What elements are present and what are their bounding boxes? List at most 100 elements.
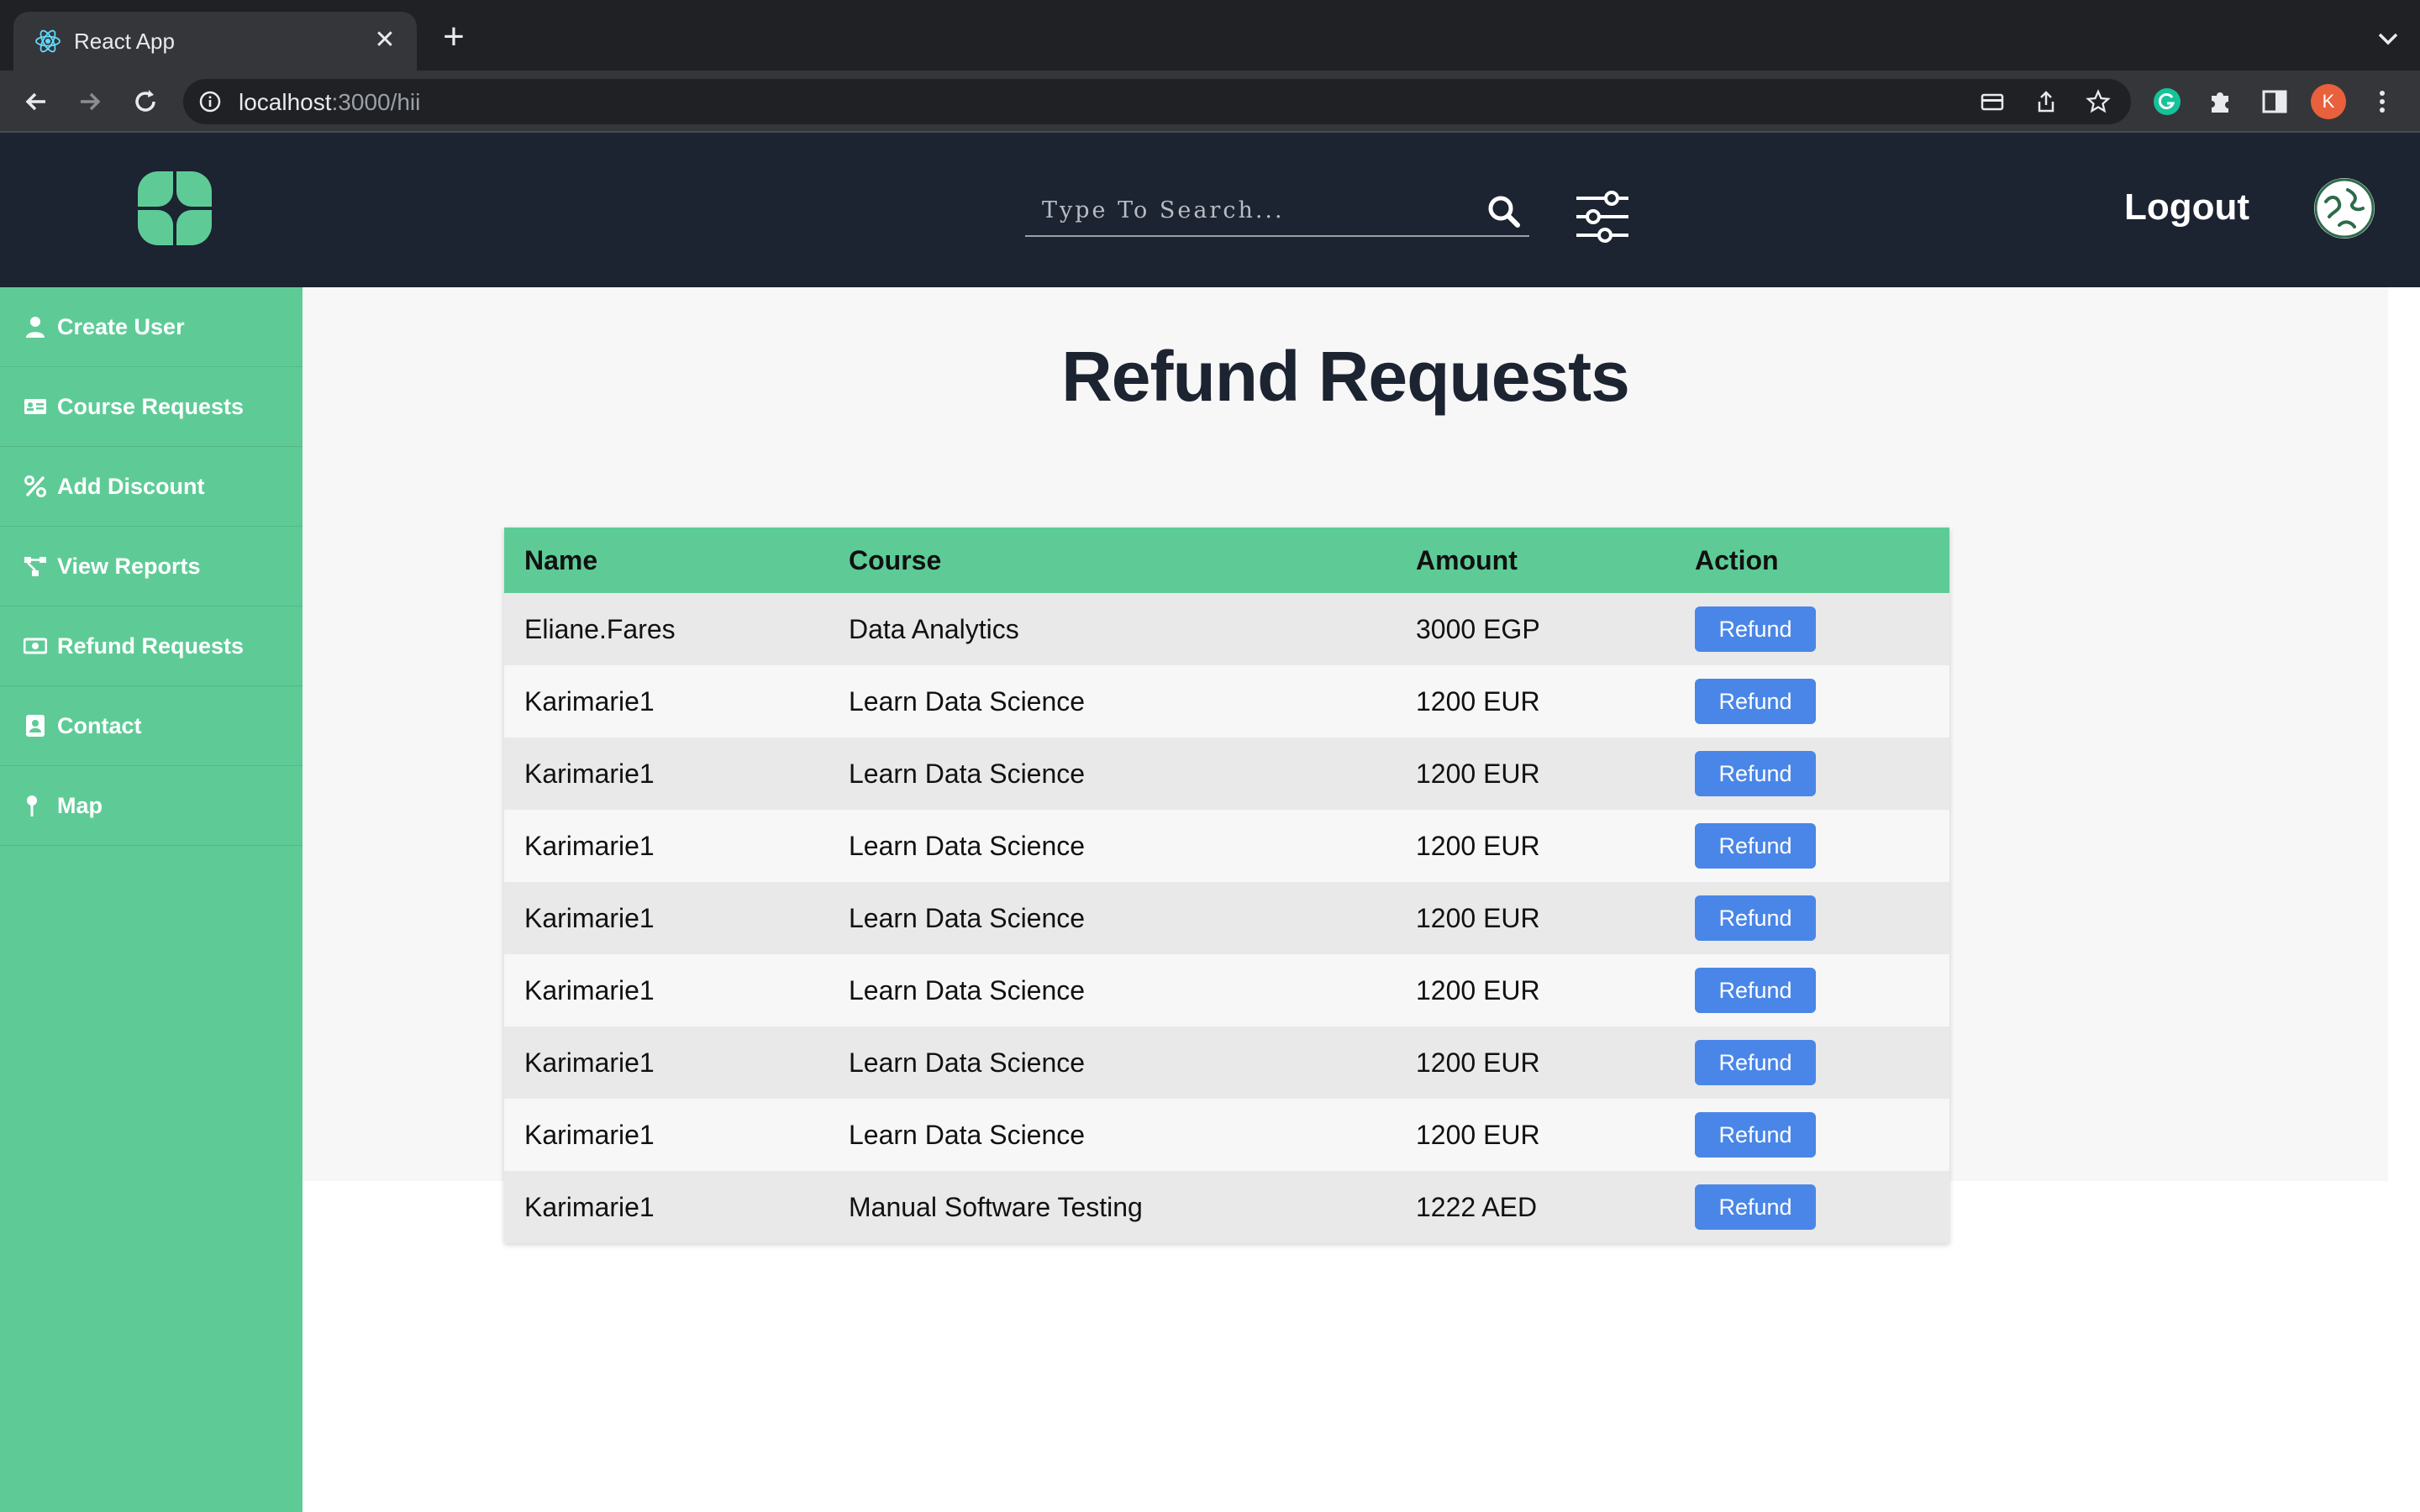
sidebar: Create User Course Requests Add Discount… <box>0 287 302 1512</box>
cell-course: Learn Data Science <box>849 974 1086 1005</box>
extensions-icon[interactable] <box>2207 87 2235 116</box>
refund-button[interactable]: Refund <box>1695 823 1816 869</box>
chevron-down-icon[interactable] <box>2373 24 2403 54</box>
sidebar-item-view-reports[interactable]: View Reports <box>0 527 302 606</box>
cell-course: Learn Data Science <box>849 685 1086 717</box>
table-row: Karimarie1 Learn Data Science 1200 EUR R… <box>504 810 1949 882</box>
page-title: Refund Requests <box>1061 337 1630 416</box>
forward-arrow-icon[interactable] <box>72 84 108 119</box>
column-header-action: Action <box>1695 544 1779 575</box>
sidebar-item-label: Refund Requests <box>57 633 245 659</box>
info-icon[interactable] <box>198 90 222 113</box>
cell-action: Refund <box>1675 954 1949 1026</box>
cell-action: Refund <box>1675 882 1949 954</box>
table-header-row: Name Course Amount Action <box>504 528 1949 593</box>
app-header: Logout <box>0 133 2420 287</box>
search-icon[interactable] <box>1486 193 1523 230</box>
cell-name: Karimarie1 <box>524 830 655 861</box>
cell-action: Refund <box>1675 1026 1949 1099</box>
url-text[interactable]: localhost:3000/hii <box>239 89 420 116</box>
cell-amount: 1200 EUR <box>1416 974 1540 1005</box>
cell-action: Refund <box>1675 1171 1949 1243</box>
react-icon <box>35 29 60 53</box>
column-header-course: Course <box>849 544 942 575</box>
address-book-icon <box>26 715 45 737</box>
cell-amount: 3000 EGP <box>1416 613 1540 644</box>
id-card-icon <box>24 399 46 414</box>
refund-button[interactable]: Refund <box>1695 895 1816 941</box>
tab-title: React App <box>74 29 175 54</box>
refund-button[interactable]: Refund <box>1695 1112 1816 1158</box>
sidebar-item-create-user[interactable]: Create User <box>0 287 302 367</box>
sidebar-item-contact[interactable]: Contact <box>0 686 302 766</box>
profile-avatar[interactable]: K <box>2311 84 2346 119</box>
sidebar-item-label: Course Requests <box>57 393 245 419</box>
logout-button[interactable]: Logout <box>2124 186 2249 228</box>
avatar[interactable] <box>2314 178 2375 239</box>
column-header-name: Name <box>524 544 598 575</box>
table-row: Karimarie1 Learn Data Science 1200 EUR R… <box>504 1026 1949 1099</box>
cell-amount: 1200 EUR <box>1416 758 1540 789</box>
back-arrow-icon[interactable] <box>18 84 54 119</box>
table-row: Karimarie1 Learn Data Science 1200 EUR R… <box>504 738 1949 810</box>
cell-action: Refund <box>1675 593 1949 665</box>
cell-course: Learn Data Science <box>849 830 1086 861</box>
sidebar-item-label: View Reports <box>57 553 201 579</box>
cell-action: Refund <box>1675 1099 1949 1171</box>
map-pin-icon <box>27 795 37 816</box>
cell-course: Learn Data Science <box>849 1047 1086 1078</box>
star-icon[interactable] <box>2086 89 2111 114</box>
reload-icon[interactable] <box>128 84 163 119</box>
new-tab-icon[interactable]: + <box>437 18 471 55</box>
cell-name: Karimarie1 <box>524 1119 655 1150</box>
grammarly-icon[interactable] <box>2153 87 2181 116</box>
table-row: Eliane.Fares Data Analytics 3000 EGP Ref… <box>504 593 1949 665</box>
refund-button[interactable]: Refund <box>1695 751 1816 796</box>
refund-table: Name Course Amount Action Eliane.Fares D… <box>504 528 1949 1243</box>
refund-button[interactable]: Refund <box>1695 606 1816 652</box>
cell-name: Karimarie1 <box>524 1191 655 1222</box>
filter-sliders-icon[interactable] <box>1573 190 1632 244</box>
kebab-menu-icon[interactable] <box>2368 87 2396 116</box>
sidebar-item-label: Contact <box>57 712 142 738</box>
cell-amount: 1200 EUR <box>1416 685 1540 717</box>
cell-action: Refund <box>1675 665 1949 738</box>
tab-close-icon[interactable]: ✕ <box>368 24 402 57</box>
globe-icon <box>2314 178 2375 239</box>
table-row: Karimarie1 Learn Data Science 1200 EUR R… <box>504 954 1949 1026</box>
cell-name: Karimarie1 <box>524 902 655 933</box>
table-row: Karimarie1 Learn Data Science 1200 EUR R… <box>504 882 1949 954</box>
cell-amount: 1200 EUR <box>1416 1047 1540 1078</box>
browser-tab[interactable]: React App ✕ <box>13 12 417 71</box>
clover-logo-icon[interactable] <box>134 168 215 249</box>
cell-amount: 1200 EUR <box>1416 1119 1540 1150</box>
table-row: Karimarie1 Learn Data Science 1200 EUR R… <box>504 665 1949 738</box>
sidebar-item-refund-requests[interactable]: Refund Requests <box>0 606 302 686</box>
browser-tabstrip: React App ✕ + <box>0 0 2420 71</box>
refund-button[interactable]: Refund <box>1695 1040 1816 1085</box>
cell-amount: 1222 AED <box>1416 1191 1538 1222</box>
refund-button[interactable]: Refund <box>1695 968 1816 1013</box>
cell-action: Refund <box>1675 810 1949 882</box>
cell-course: Learn Data Science <box>849 1119 1086 1150</box>
sidebar-item-map[interactable]: Map <box>0 766 302 846</box>
cell-amount: 1200 EUR <box>1416 830 1540 861</box>
url-host: localhost <box>239 89 332 115</box>
table-row: Karimarie1 Manual Software Testing 1222 … <box>504 1171 1949 1243</box>
sidebar-item-course-requests[interactable]: Course Requests <box>0 367 302 447</box>
cell-course: Data Analytics <box>849 613 1019 644</box>
money-bill-icon <box>24 638 47 654</box>
refund-button[interactable]: Refund <box>1695 1184 1816 1230</box>
cell-action: Refund <box>1675 738 1949 810</box>
card-icon[interactable] <box>1980 89 2005 114</box>
address-bar[interactable]: localhost:3000/hii <box>183 79 2131 124</box>
share-icon[interactable] <box>2033 89 2059 114</box>
browser-toolbar: localhost:3000/hii K <box>0 71 2420 133</box>
side-panel-icon[interactable] <box>2260 87 2289 116</box>
refund-button[interactable]: Refund <box>1695 679 1816 724</box>
sidebar-item-add-discount[interactable]: Add Discount <box>0 447 302 527</box>
search-input[interactable] <box>1042 192 1462 228</box>
cell-course: Learn Data Science <box>849 758 1086 789</box>
cell-course: Learn Data Science <box>849 902 1086 933</box>
cell-name: Karimarie1 <box>524 685 655 717</box>
